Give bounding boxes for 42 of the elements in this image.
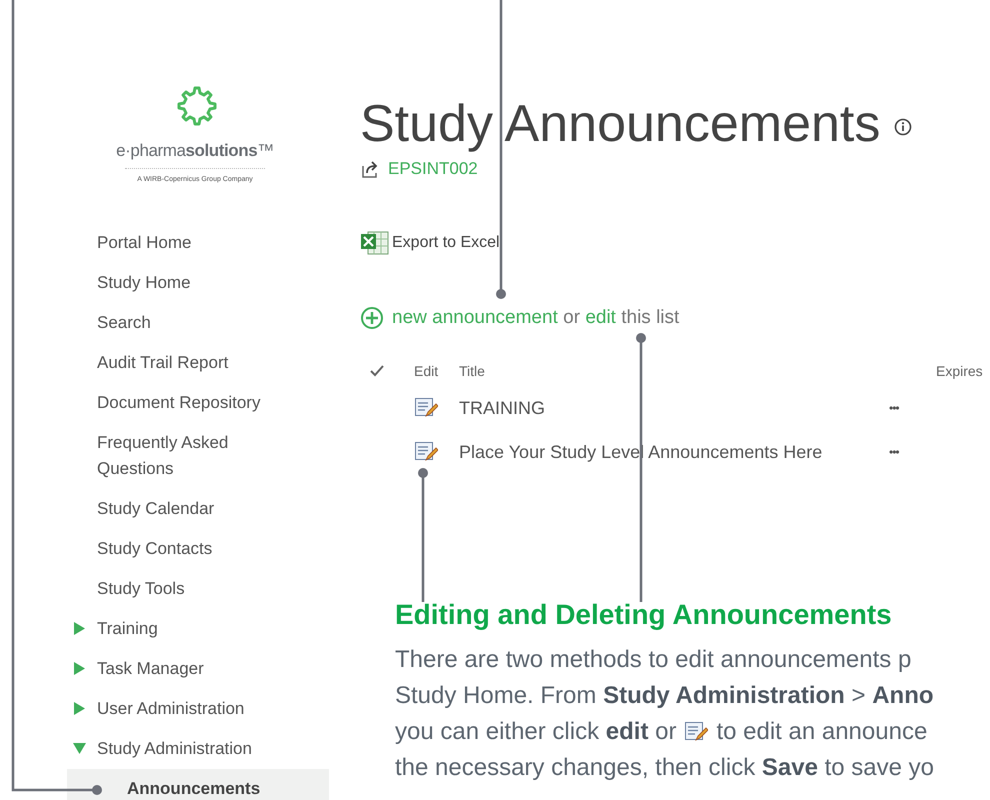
paragraph-line: There are two methods to edit announcements p <box>395 645 912 675</box>
collapsed-arrow-icon[interactable] <box>73 702 86 715</box>
paragraph-line: the necessary changes, then click Save to save yo <box>395 753 934 783</box>
nav-item[interactable]: Task Manager <box>67 649 329 689</box>
more-options-icon[interactable]: ••• <box>889 399 899 417</box>
nav-item[interactable]: Search <box>67 303 329 343</box>
column-header: Expires <box>936 362 983 381</box>
edit-item-icon[interactable] <box>414 397 438 419</box>
share-icon[interactable] <box>360 158 380 179</box>
collapsed-arrow-icon[interactable] <box>73 662 86 675</box>
page-title: Study Announcements <box>360 94 880 155</box>
nav-item[interactable]: Study Contacts <box>67 529 329 569</box>
info-icon[interactable] <box>894 118 912 136</box>
paragraph-line: Study Home. From Study Administration > Anno <box>395 681 934 711</box>
nav-item[interactable]: Training <box>67 609 329 649</box>
edit-item-icon <box>684 721 708 743</box>
spreadsheet-icon <box>360 230 390 256</box>
paragraph-line: to edit an announce <box>716 717 928 747</box>
nav-item[interactable]: Audit Trail Report <box>67 343 329 383</box>
checkmark-icon[interactable] <box>370 365 384 377</box>
collapsed-arrow-icon[interactable] <box>73 622 86 635</box>
column-header: Title <box>459 362 486 380</box>
nav-item[interactable]: Study Home <box>67 263 329 303</box>
nav-item[interactable]: Announcements <box>67 769 329 800</box>
nav-item[interactable]: User Administration <box>67 689 329 729</box>
brand-name: e·pharmasolutions™ <box>116 140 274 162</box>
nav-item[interactable]: Portal Home <box>67 223 329 263</box>
nav-item[interactable]: Study Tools <box>67 569 329 609</box>
add-icon[interactable] <box>360 306 384 330</box>
nav-item[interactable]: Study Calendar <box>67 489 329 529</box>
add-item-sentence: new announcement or edit this list <box>392 306 680 330</box>
nav-item[interactable]: Document Repository <box>67 383 329 423</box>
section-heading: Editing and Deleting Announcements <box>395 598 893 632</box>
column-header: Edit <box>414 362 440 380</box>
more-options-icon[interactable]: ••• <box>889 443 899 461</box>
expanded-arrow-icon[interactable] <box>73 742 86 755</box>
nav-item[interactable]: Study Administration <box>67 729 329 769</box>
edit-item-icon[interactable] <box>414 441 438 463</box>
export-to-excel-button[interactable]: Export to Excel <box>360 230 500 256</box>
item-title[interactable]: TRAINING <box>459 394 889 422</box>
nav-item[interactable]: Frequently Asked Questions <box>67 423 329 489</box>
paragraph-line: you can either click edit or <box>395 717 676 747</box>
